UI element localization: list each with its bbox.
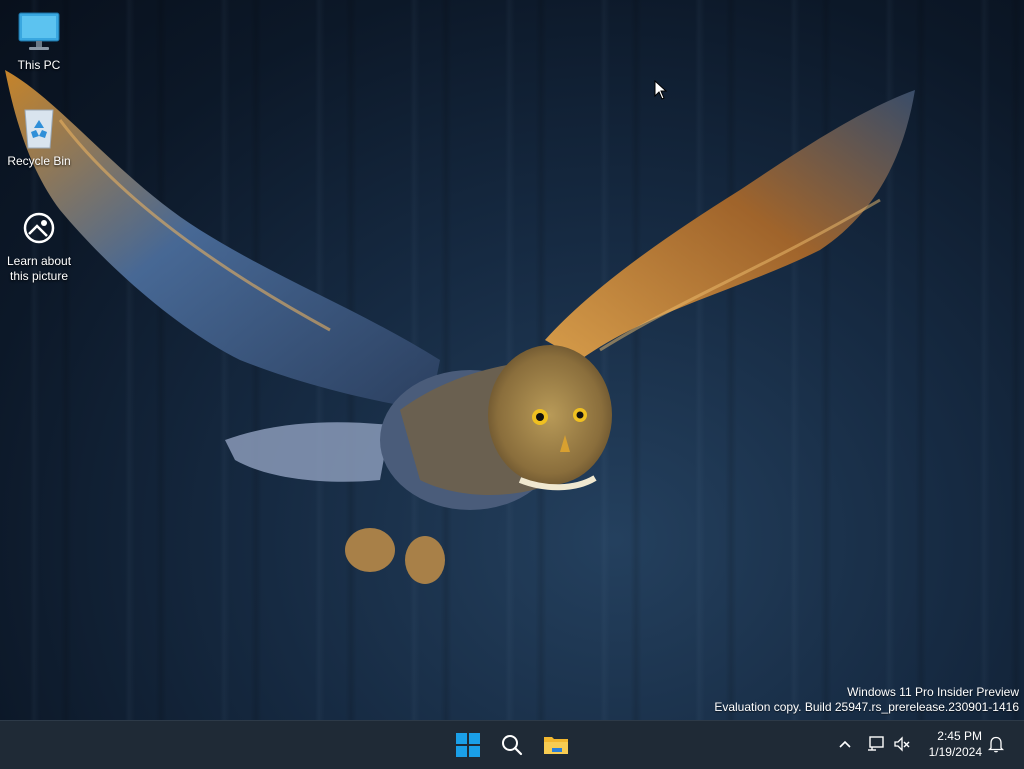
network-button[interactable] [865,733,887,755]
search-button[interactable] [494,727,530,763]
monitor-icon [17,10,61,54]
taskbar: 2:45 PM 1/19/2024 [0,720,1024,769]
folder-icon [544,737,568,754]
network-icon [868,736,884,751]
desktop-icon-recycle-bin[interactable]: Recycle Bin [1,106,77,169]
desktop-wallpaper [0,0,1024,720]
mouse-cursor-icon [654,79,668,105]
windows-logo-icon [456,733,480,757]
start-button[interactable] [450,727,486,763]
owl-picture [5,70,915,584]
bell-icon [988,736,1004,753]
volume-button[interactable] [891,733,913,755]
chevron-up-icon [839,740,851,748]
desktop-icon-label: Recycle Bin [7,154,71,168]
search-icon [502,735,523,756]
show-hidden-icons-button[interactable] [834,733,856,755]
watermark-edition: Windows 11 Pro Insider Preview [847,685,1019,699]
info-picture-icon [17,206,61,250]
recycle-bin-icon [17,106,61,150]
volume-muted-icon [894,736,910,752]
desktop-icon-this-pc[interactable]: This PC [1,10,77,73]
desktop-icon-learn-about-picture[interactable]: Learn about this picture [1,206,77,284]
desktop-icon-label: This PC [17,58,61,72]
system-clock[interactable]: 2:45 PM 1/19/2024 [929,728,982,760]
clock-date: 1/19/2024 [928,745,982,759]
file-explorer-button[interactable] [538,727,574,763]
watermark-build: Evaluation copy. Build 25947.rs_prerelea… [714,700,1019,714]
notifications-button[interactable] [985,733,1007,755]
evaluation-watermark: Windows 11 Pro Insider Preview Evaluatio… [714,685,1019,715]
desktop-icon-label: Learn about this picture [6,254,72,283]
clock-time: 2:45 PM [937,729,982,743]
